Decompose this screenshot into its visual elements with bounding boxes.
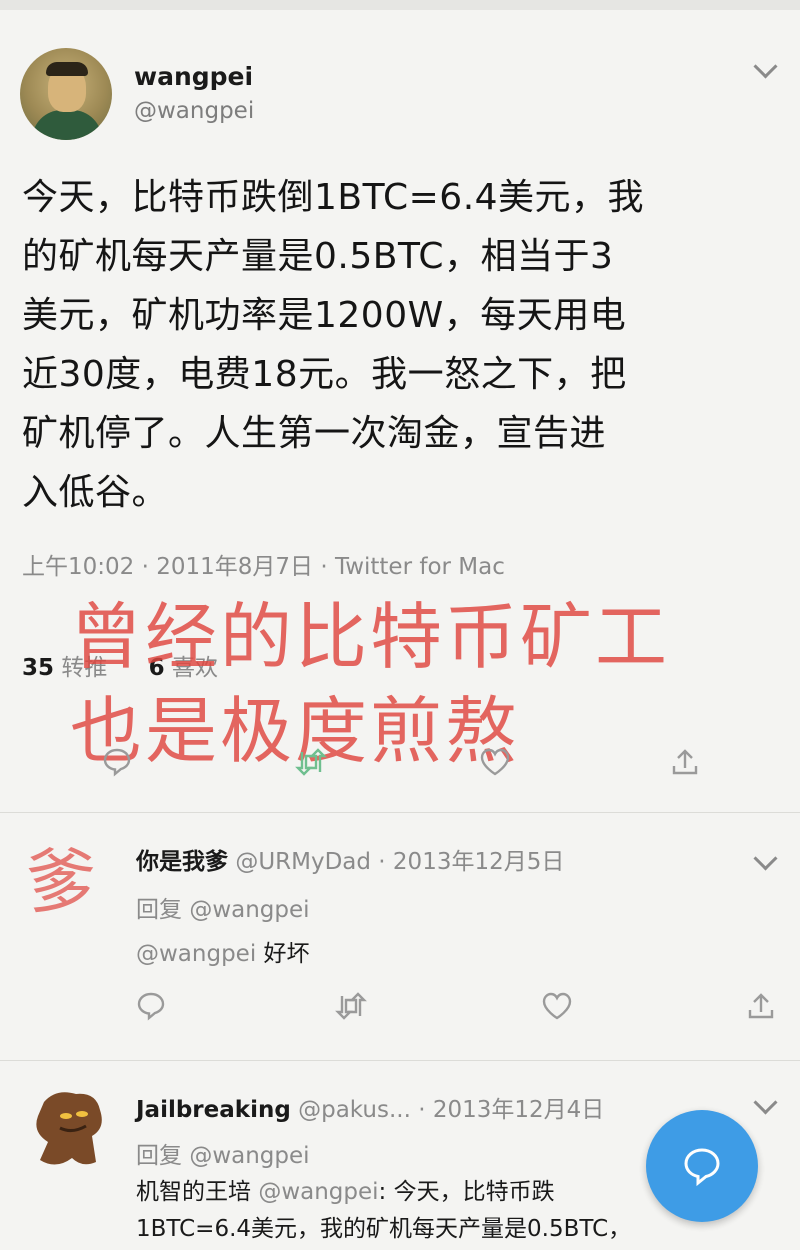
share-icon[interactable] [660, 738, 710, 786]
tweet-action-bar [0, 738, 800, 788]
reply-author-name[interactable]: 你是我爹 [136, 849, 228, 875]
reply-header: Jailbreaking @pakus... · 2013年12月4日 [136, 1090, 604, 1124]
retweet-icon[interactable] [326, 982, 376, 1030]
chevron-down-icon[interactable] [753, 846, 778, 871]
tweet-line: 今天，比特币跌倒1BTC=6.4美元，我 [22, 177, 645, 218]
chevron-down-icon[interactable] [753, 1090, 778, 1115]
compose-tweet-icon [684, 1148, 720, 1187]
author-name[interactable]: wangpei [134, 62, 253, 91]
share-icon[interactable] [736, 982, 786, 1030]
tweet-timestamp[interactable]: 上午10:02 · 2011年8月7日 · Twitter for Mac [22, 547, 505, 581]
retweet-count[interactable]: 35 [22, 655, 54, 681]
avatar-hair [46, 62, 88, 76]
mention-link[interactable]: @wangpei [136, 941, 256, 967]
tweet-line: 矿机停了。人生第一次淘金，宣告进 [22, 413, 607, 454]
reply-handle-date[interactable]: @pakus... · 2013年12月4日 [298, 1097, 604, 1123]
reply-to-mention[interactable]: @wangpei [189, 1143, 309, 1169]
reply-action-bar [0, 982, 800, 1032]
tweet-text: 今天，比特币跌倒1BTC=6.4美元，我 的矿机每天产量是0.5BTC，相当于3… [22, 168, 770, 522]
reply-body: 机智的王培 [136, 1179, 259, 1205]
divider [0, 812, 800, 813]
reply-body: : 今天，比特币跌 [378, 1179, 555, 1205]
author-handle[interactable]: @wangpei [134, 98, 254, 124]
avatar-shirt [32, 110, 102, 140]
reply-to-line: 回复 @wangpei [136, 890, 310, 924]
chevron-down-icon[interactable] [753, 54, 778, 79]
tweet-line: 美元，矿机功率是1200W，每天用电 [22, 295, 627, 336]
avatar[interactable] [20, 48, 112, 140]
tweet-line: 的矿机每天产量是0.5BTC，相当于3 [22, 236, 614, 277]
reply-icon[interactable] [92, 738, 142, 786]
reply-body: 好坏 [256, 941, 310, 967]
divider [0, 1060, 800, 1061]
avatar[interactable] [26, 1082, 112, 1172]
retweet-icon[interactable] [286, 738, 336, 786]
tweet-line: 入低谷。 [22, 472, 169, 513]
reply-prefix: 回复 [136, 897, 182, 923]
reply-author-name[interactable]: Jailbreaking [136, 1097, 291, 1123]
tweet-line: 近30度，电费18元。我一怒之下，把 [22, 354, 627, 395]
overlay-avatar-char: 爹 [26, 841, 96, 923]
top-edge [0, 0, 800, 10]
like-icon[interactable] [532, 982, 582, 1030]
compose-tweet-button[interactable] [646, 1110, 758, 1222]
like-icon[interactable] [470, 738, 520, 786]
reply-text: @wangpei 好坏 [136, 934, 310, 968]
reply-icon[interactable] [126, 982, 176, 1030]
reply-prefix: 回复 [136, 1143, 182, 1169]
mention-link[interactable]: @wangpei [258, 1179, 378, 1205]
overlay-caption-line1: 曾经的比特币矿工 [70, 595, 671, 679]
reply-handle-date[interactable]: @URMyDad · 2013年12月5日 [235, 849, 564, 875]
reply-to-line: 回复 @wangpei [136, 1136, 310, 1170]
reply-header: 你是我爹 @URMyDad · 2013年12月5日 [136, 842, 564, 876]
reply-to-mention[interactable]: @wangpei [189, 897, 309, 923]
